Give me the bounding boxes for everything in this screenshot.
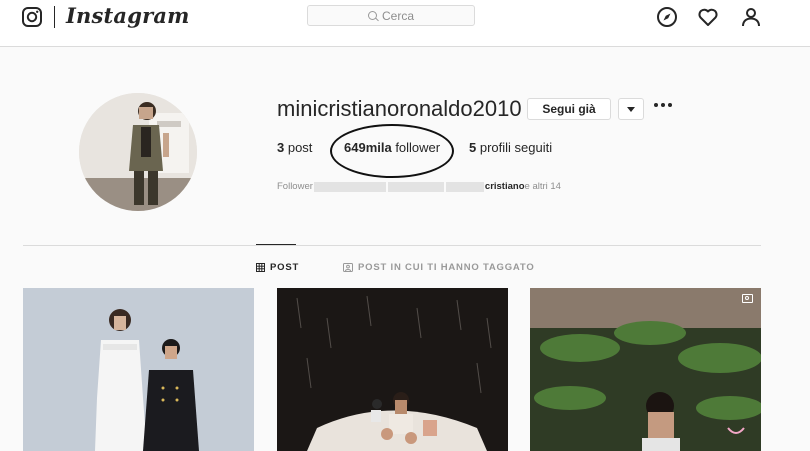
- followed-by-prefix: Follower: [277, 181, 313, 192]
- followed-by-suffix: e altri 14: [524, 181, 561, 192]
- post-thumbnail-3[interactable]: [530, 288, 761, 451]
- search-input[interactable]: Cerca: [307, 5, 475, 26]
- instagram-wordmark[interactable]: Instagram: [66, 3, 190, 28]
- highlight-circle-annotation: [330, 124, 454, 178]
- tag-icon: [343, 263, 353, 272]
- following-button[interactable]: Segui già: [527, 98, 611, 120]
- chevron-down-icon: [627, 106, 635, 112]
- profile-username: minicristianoronaldo2010: [277, 96, 522, 121]
- redacted-usernames: [313, 181, 386, 192]
- following-count[interactable]: 5 profili seguiti: [469, 140, 552, 155]
- grid-icon: [256, 263, 265, 272]
- search-placeholder: Cerca: [381, 8, 414, 23]
- compass-icon[interactable]: [656, 6, 678, 28]
- redacted-usernames: [445, 181, 484, 192]
- posts-count: 3 post: [277, 140, 312, 155]
- more-options-icon[interactable]: [654, 103, 672, 107]
- tabs-divider: [23, 245, 761, 246]
- tab-tagged[interactable]: POST IN CUI TI HANNO TAGGATO: [343, 262, 535, 273]
- top-navigation-bar: Instagram Cerca: [0, 0, 810, 47]
- tab-posts-label: POST: [270, 262, 300, 273]
- heart-icon[interactable]: [697, 6, 719, 28]
- posts-count-label: post: [284, 140, 313, 155]
- following-count-label: profili seguiti: [476, 140, 553, 155]
- followed-by-name: cristiano: [484, 181, 525, 192]
- multiple-posts-icon: [742, 294, 753, 303]
- redacted-usernames: [387, 181, 444, 192]
- profile-avatar[interactable]: [79, 93, 197, 211]
- user-icon[interactable]: [740, 6, 762, 28]
- post-photo: [23, 288, 254, 451]
- suggestions-dropdown-button[interactable]: [618, 98, 644, 120]
- tab-posts[interactable]: POST: [256, 262, 299, 273]
- avatar-photo: [79, 93, 197, 211]
- post-thumbnail-1[interactable]: [23, 288, 254, 451]
- instagram-logo-icon[interactable]: [22, 7, 42, 27]
- tab-tagged-label: POST IN CUI TI HANNO TAGGATO: [358, 262, 535, 273]
- followed-by-line[interactable]: Follower cristiano e altri 14: [277, 181, 561, 192]
- search-icon: [367, 11, 377, 20]
- logo-divider: [54, 6, 55, 28]
- active-tab-indicator: [256, 244, 296, 245]
- post-photo: [530, 288, 761, 451]
- post-thumbnail-2[interactable]: [277, 288, 508, 451]
- post-photo: [277, 288, 508, 451]
